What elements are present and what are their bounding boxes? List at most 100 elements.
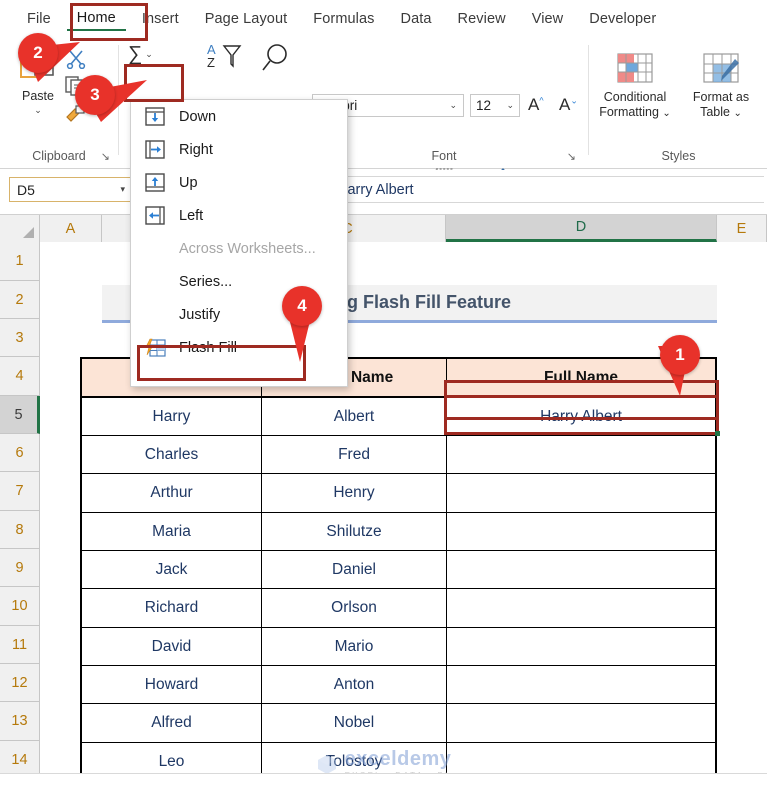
callout-badge-1-number: 1 [660, 335, 700, 375]
cell-full-name-12[interactable] [447, 666, 715, 704]
row-header-13[interactable]: 13 [0, 702, 40, 741]
watermark-text: exceldemy [344, 748, 452, 770]
menu-item-fill-left-label: Left [179, 207, 204, 224]
series-icon [143, 271, 167, 293]
formula-bar: D5 ▾ Harry Albert [0, 170, 767, 215]
paste-caret-icon[interactable]: ⌄ [34, 105, 42, 116]
conditional-formatting-icon [617, 53, 653, 83]
row-header-2[interactable]: 2 [0, 281, 40, 319]
cell-full-name-13[interactable] [447, 704, 715, 743]
tab-formulas[interactable]: Formulas [303, 8, 384, 30]
tab-data[interactable]: Data [391, 8, 442, 30]
formula-value: Harry Albert [337, 181, 414, 198]
autosum-button[interactable]: ∑ ⌄ [128, 43, 153, 66]
column-header-row: A B C D E [0, 215, 767, 242]
cell-last-name-8[interactable]: Shilutze [262, 513, 447, 551]
formula-input[interactable]: Harry Albert [330, 176, 764, 203]
tab-review[interactable]: Review [448, 8, 516, 30]
row-header-7[interactable]: 7 [0, 472, 40, 511]
column-header-e[interactable]: E [717, 215, 767, 242]
cell-first-name-11[interactable]: David [82, 628, 262, 666]
tab-file[interactable]: File [17, 8, 61, 30]
column-header-a[interactable]: A [40, 215, 102, 242]
ribbon-group-styles: Conditional Formatting ⌄ Format as Table… [590, 37, 767, 169]
cell-last-name-5[interactable]: Albert [262, 398, 447, 436]
font-dialog-launcher[interactable]: ↘ [567, 150, 576, 163]
sort-filter-icon: A Z [207, 42, 242, 70]
name-box-chevron-down-icon[interactable]: ▾ [120, 184, 125, 195]
bottom-strip [0, 773, 767, 795]
menu-item-series-label: Series... [179, 273, 233, 290]
row-header-11[interactable]: 11 [0, 626, 40, 664]
row-header-3[interactable]: 3 [0, 319, 40, 357]
cell-last-name-11[interactable]: Mario [262, 628, 447, 666]
conditional-formatting-button[interactable]: Conditional Formatting ⌄ [592, 51, 678, 121]
row-header-6[interactable]: 6 [0, 434, 40, 472]
cell-last-name-10[interactable]: Orlson [262, 589, 447, 628]
cell-first-name-7[interactable]: Arthur [82, 474, 262, 513]
cell-last-name-7[interactable]: Henry [262, 474, 447, 513]
cell-first-name-5[interactable]: Harry [82, 398, 262, 436]
select-all-corner[interactable] [0, 215, 40, 242]
format-as-table-icon [703, 53, 739, 83]
row-header-5[interactable]: 5 [0, 396, 40, 434]
grow-caret-icon: ^ [539, 95, 544, 106]
row-header-8[interactable]: 8 [0, 511, 40, 549]
find-select-button[interactable] [260, 43, 296, 73]
decrease-font-size-button[interactable]: A⌄ [559, 95, 578, 115]
fat-line1: Format as [692, 90, 750, 104]
menu-item-across-worksheets: Across Worksheets... [131, 232, 347, 265]
cell-first-name-10[interactable]: Richard [82, 589, 262, 628]
cell-last-name-12[interactable]: Anton [262, 666, 447, 704]
cell-full-name-11[interactable] [447, 628, 715, 666]
cell-last-name-13[interactable]: Nobel [262, 704, 447, 743]
tab-developer[interactable]: Developer [579, 8, 666, 30]
cell-first-name-8[interactable]: Maria [82, 513, 262, 551]
menu-item-fill-right[interactable]: Right [131, 133, 347, 166]
cell-first-name-12[interactable]: Howard [82, 666, 262, 704]
increase-font-size-button[interactable]: A^ [528, 95, 544, 115]
menu-item-fill-up[interactable]: Up [131, 166, 347, 199]
tab-page-layout[interactable]: Page Layout [195, 8, 298, 30]
cell-full-name-7[interactable] [447, 474, 715, 513]
magnifier-icon [262, 44, 287, 71]
menu-item-across-worksheets-label: Across Worksheets... [179, 240, 316, 257]
font-size-input[interactable]: 12 ⌄ [470, 94, 520, 117]
cell-full-name-9[interactable] [447, 551, 715, 589]
name-box[interactable]: D5 ▾ [9, 177, 133, 202]
fill-left-icon [143, 205, 167, 227]
cell-first-name-13[interactable]: Alfred [82, 704, 262, 743]
clipboard-dialog-launcher[interactable]: ↘ [101, 150, 110, 163]
cell-first-name-6[interactable]: Charles [82, 436, 262, 474]
format-as-table-button[interactable]: Format as Table ⌄ [678, 51, 764, 121]
menu-item-justify-label: Justify [179, 306, 221, 323]
worksheet-grid: A B C D E 1 2 3 4 5 6 7 8 9 10 11 12 13 … [0, 215, 767, 795]
across-worksheets-icon [143, 238, 167, 260]
name-box-value: D5 [17, 181, 35, 198]
row-header-9[interactable]: 9 [0, 549, 40, 587]
cell-full-name-10[interactable] [447, 589, 715, 628]
font-name-chevron-down-icon[interactable]: ⌄ [449, 100, 457, 111]
grow-font-label: A [528, 95, 540, 114]
sigma-icon: ∑ [128, 43, 143, 65]
cell-last-name-9[interactable]: Daniel [262, 551, 447, 589]
tab-view[interactable]: View [522, 8, 574, 30]
cell-full-name-8[interactable] [447, 513, 715, 551]
column-header-d[interactable]: D [446, 215, 717, 242]
row-header-4[interactable]: 4 [0, 357, 40, 396]
autosum-caret-icon[interactable]: ⌄ [145, 49, 153, 60]
cell-full-name-6[interactable] [447, 436, 715, 474]
menu-item-fill-left[interactable]: Left [131, 199, 347, 232]
sort-filter-button[interactable]: A Z [206, 41, 250, 71]
fat-caret-icon[interactable]: ⌄ [733, 108, 741, 119]
font-size-chevron-down-icon[interactable]: ⌄ [506, 100, 514, 111]
callout-badge-1: 1 [660, 335, 700, 375]
cf-caret-icon[interactable]: ⌄ [662, 108, 670, 119]
cell-last-name-6[interactable]: Fred [262, 436, 447, 474]
row-header-10[interactable]: 10 [0, 587, 40, 626]
row-header-12[interactable]: 12 [0, 664, 40, 702]
menu-item-fill-down[interactable]: Down [131, 100, 347, 133]
cell-first-name-9[interactable]: Jack [82, 551, 262, 589]
row-header-1[interactable]: 1 [0, 242, 40, 281]
menu-item-fill-up-label: Up [179, 174, 198, 191]
